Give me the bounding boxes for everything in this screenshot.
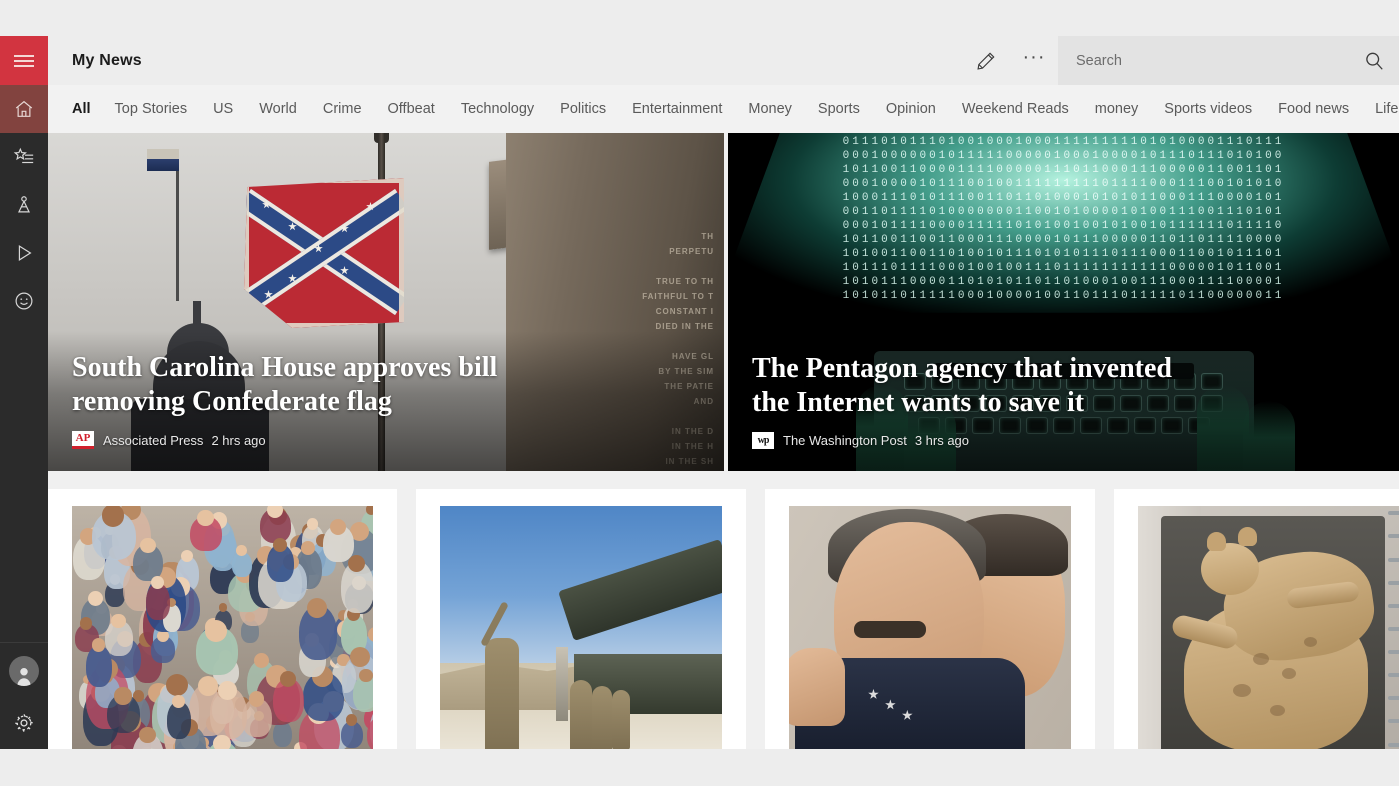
hero-overlay-1: South Carolina House approves bill remov…	[48, 331, 724, 471]
hero-card-1[interactable]: TH PERPETU TRUE TO TH FAITHFUL TO T CONSTANT…	[48, 133, 724, 471]
binary-code-overlay: 0111010111010010001000111111111010100001…	[728, 135, 1399, 310]
confederate-flag	[244, 178, 404, 328]
avatar-icon	[9, 656, 39, 686]
tab-technology[interactable]: Technology	[461, 101, 534, 117]
hero-headline-2[interactable]: The Pentagon agency that invented the In…	[752, 352, 1182, 420]
news-feed: TH PERPETU TRUE TO TH FAITHFUL TO T CONSTANT…	[48, 133, 1399, 749]
sidebar-item-interests[interactable]	[0, 133, 48, 181]
washington-post-logo: wp	[752, 432, 774, 449]
news-card-2[interactable]	[416, 489, 746, 749]
police-chief-scene	[789, 506, 1071, 749]
page-title: My News	[72, 52, 142, 70]
search-box[interactable]	[1058, 36, 1399, 85]
hamburger-menu-button[interactable]	[0, 36, 48, 85]
hero-row: TH PERPETU TRUE TO TH FAITHFUL TO T CONSTANT…	[48, 133, 1399, 471]
card-thumbnail-4	[1138, 506, 1399, 749]
tab-top-stories[interactable]: Top Stories	[115, 101, 188, 117]
sidebar-item-videos[interactable]	[0, 229, 48, 277]
tab-offbeat[interactable]: Offbeat	[388, 101, 435, 117]
hero-timestamp-1: 2 hrs ago	[211, 433, 265, 448]
settings-button[interactable]	[0, 697, 48, 749]
sidebar-item-fun[interactable]	[0, 277, 48, 325]
card-thumbnail-1	[72, 506, 373, 749]
tab-lifestyle[interactable]: Lifestyle	[1375, 101, 1399, 117]
state-flag	[147, 149, 179, 171]
lion-cubs-scene	[1138, 506, 1399, 749]
app-window: My News ··· Search All Top Stories US Wo…	[0, 36, 1399, 749]
tab-entertainment[interactable]: Entertainment	[632, 101, 722, 117]
tab-opinion[interactable]: Opinion	[886, 101, 936, 117]
more-options-button[interactable]: ···	[1010, 36, 1058, 85]
person-podium-icon	[13, 194, 35, 216]
hero-source-name-2: The Washington Post	[783, 433, 907, 448]
content-column: My News ··· Search All Top Stories US Wo…	[48, 36, 1399, 749]
card-thumbnail-2	[440, 506, 722, 749]
home-icon	[13, 98, 35, 120]
tab-crime[interactable]: Crime	[323, 101, 362, 117]
gear-icon	[13, 712, 35, 734]
tab-sports-videos[interactable]: Sports videos	[1164, 101, 1252, 117]
star-list-icon	[13, 146, 35, 168]
ellipsis-icon: ···	[1023, 52, 1046, 62]
sidebar	[0, 36, 48, 749]
sidebar-item-my-news[interactable]	[0, 181, 48, 229]
hero-headline-1[interactable]: South Carolina House approves bill remov…	[72, 351, 502, 419]
app-header: My News ···	[48, 36, 1399, 85]
tab-money[interactable]: money	[1095, 101, 1139, 117]
desert-scene	[440, 506, 722, 749]
smiley-icon	[13, 290, 35, 312]
tab-politics[interactable]: Politics	[560, 101, 606, 117]
ap-logo: AP	[72, 431, 94, 449]
hero-source-row-1: AP Associated Press 2 hrs ago	[72, 431, 700, 449]
hero-source-name-1: Associated Press	[103, 433, 203, 448]
header-actions: ···	[962, 36, 1399, 85]
tab-us[interactable]: US	[213, 101, 233, 117]
account-avatar-button[interactable]	[0, 645, 48, 697]
news-card-1[interactable]	[48, 489, 397, 749]
news-card-3[interactable]	[765, 489, 1095, 749]
hero-timestamp-2: 3 hrs ago	[915, 433, 969, 448]
category-tabbar[interactable]: All Top Stories US World Crime Offbeat Technol…	[48, 85, 1399, 133]
hamburger-icon	[14, 52, 34, 70]
tab-weekend-reads[interactable]: Weekend Reads	[962, 101, 1069, 117]
sidebar-item-home[interactable]	[0, 85, 48, 133]
tab-sports[interactable]: Sports	[818, 101, 860, 117]
tab-all[interactable]: All	[72, 101, 91, 117]
tab-world[interactable]: World	[259, 101, 297, 117]
sidebar-spacer	[0, 325, 48, 642]
tab-food-news[interactable]: Food news	[1278, 101, 1349, 117]
pencil-icon	[975, 50, 997, 72]
hero-overlay-2: The Pentagon agency that invented the In…	[728, 332, 1399, 471]
card-thumbnail-3	[789, 506, 1071, 749]
news-card-4[interactable]	[1114, 489, 1399, 749]
search-input[interactable]	[1076, 53, 1361, 69]
hero-card-2[interactable]: 0111010111010010001000111111111010100001…	[728, 133, 1399, 471]
play-icon	[13, 242, 35, 264]
sidebar-bottom-group	[0, 642, 48, 749]
edit-button[interactable]	[962, 36, 1010, 85]
hero-source-row-2: wp The Washington Post 3 hrs ago	[752, 432, 1375, 449]
tab-money[interactable]: Money	[748, 101, 792, 117]
search-icon[interactable]	[1361, 50, 1387, 72]
card-row	[48, 489, 1399, 749]
